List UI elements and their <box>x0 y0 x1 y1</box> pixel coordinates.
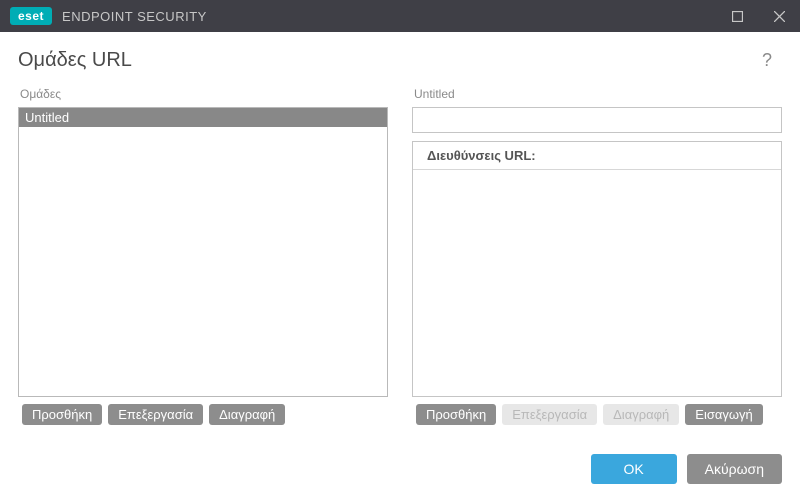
groups-button-row: Προσθήκη Επεξεργασία Διαγραφή <box>18 397 388 432</box>
page-title: Ομάδες URL <box>18 49 132 72</box>
urls-add-button[interactable]: Προσθήκη <box>416 404 496 425</box>
urls-delete-button: Διαγραφή <box>603 404 679 425</box>
window-controls <box>716 0 800 32</box>
urls-column: Untitled Διευθύνσεις URL: Προσθήκη Επεξε… <box>412 85 782 432</box>
urls-import-button[interactable]: Εισαγωγή <box>685 404 762 425</box>
ok-button[interactable]: OK <box>591 454 677 484</box>
groups-section-label: Ομάδες <box>20 87 388 101</box>
help-icon[interactable]: ? <box>758 46 776 75</box>
cancel-button[interactable]: Ακύρωση <box>687 454 782 484</box>
groups-edit-button[interactable]: Επεξεργασία <box>108 404 203 425</box>
groups-listbox[interactable]: Untitled <box>18 107 388 397</box>
header-row: Ομάδες URL ? <box>0 32 800 85</box>
brand-badge: eset <box>10 7 52 25</box>
urls-edit-button: Επεξεργασία <box>502 404 597 425</box>
product-name: ENDPOINT SECURITY <box>62 9 207 24</box>
close-button[interactable] <box>758 0 800 32</box>
dialog-footer: OK Ακύρωση <box>0 432 800 500</box>
urls-list[interactable] <box>413 170 781 396</box>
titlebar: eset ENDPOINT SECURITY <box>0 0 800 32</box>
url-input[interactable] <box>412 107 782 133</box>
groups-list-item[interactable]: Untitled <box>19 108 387 127</box>
urls-button-row: Προσθήκη Επεξεργασία Διαγραφή Εισαγωγή <box>412 397 782 432</box>
groups-delete-button[interactable]: Διαγραφή <box>209 404 285 425</box>
groups-column: Ομάδες Untitled Προσθήκη Επεξεργασία Δια… <box>18 85 388 432</box>
main-area: Ομάδες Untitled Προσθήκη Επεξεργασία Δια… <box>0 85 800 432</box>
maximize-button[interactable] <box>716 0 758 32</box>
urls-panel: Διευθύνσεις URL: <box>412 141 782 397</box>
urls-header: Διευθύνσεις URL: <box>413 142 781 170</box>
urls-section-label: Untitled <box>414 87 782 101</box>
groups-add-button[interactable]: Προσθήκη <box>22 404 102 425</box>
